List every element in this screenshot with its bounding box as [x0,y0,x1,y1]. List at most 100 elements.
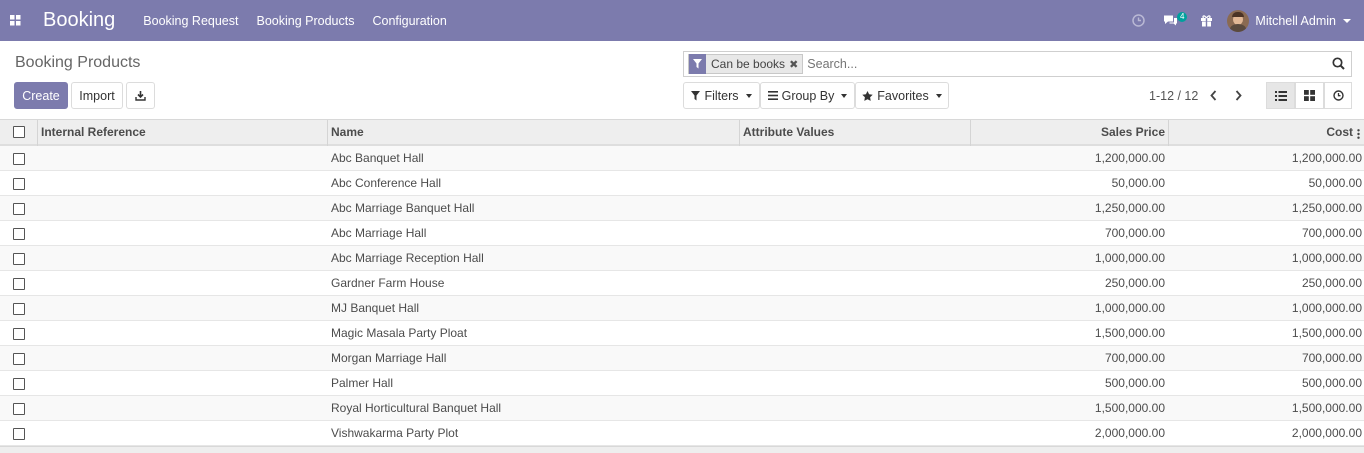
import-button[interactable]: Import [71,82,123,109]
apps-menu-icon[interactable] [0,0,30,41]
column-attribute-values[interactable]: Attribute Values [743,120,834,146]
clock-icon [1332,90,1344,101]
menu-booking-products[interactable]: Booking Products [256,14,354,28]
row-checkbox[interactable] [13,328,25,340]
user-avatar[interactable] [1227,9,1250,32]
table-row[interactable]: Morgan Marriage Hall 700,000.00 700,000.00 [0,346,1364,371]
cell-name: MJ Banquet Hall [331,301,420,315]
cell-name: Magic Masala Party Ploat [331,326,468,340]
list-bars-icon [767,91,778,100]
filters-label: Filters [704,88,739,103]
row-checkbox[interactable] [13,303,25,315]
row-checkbox[interactable] [13,428,25,440]
select-all-checkbox[interactable] [13,126,25,138]
table-body: Abc Banquet Hall 1,200,000.00 1,200,000.00… [0,146,1364,446]
pager-value[interactable]: 1-12 / 12 [1149,89,1198,103]
cell-sales-price: 1,500,000.00 [1094,401,1165,415]
messages-icon[interactable]: 4 [1157,0,1188,41]
table-row[interactable]: Vishwakarma Party Plot 2,000,000.00 2,000,… [0,421,1364,446]
facet-remove-icon[interactable]: ✖ [789,58,802,71]
cell-name: Vishwakarma Party Plot [331,426,459,440]
table-row[interactable]: MJ Banquet Hall 1,000,000.00 1,000,000.00 [0,296,1364,321]
row-checkbox[interactable] [13,353,25,365]
kanban-view-button[interactable] [1295,82,1324,109]
pager-next-icon[interactable] [1230,86,1246,104]
cell-sales-price: 2,000,000.00 [1094,426,1165,440]
cell-name: Abc Marriage Reception Hall [331,251,484,265]
column-internal-reference[interactable]: Internal Reference [41,120,146,146]
favorites-label: Favorites [877,88,929,103]
create-button[interactable]: Create [14,82,68,109]
user-menu-caret-icon[interactable] [1343,18,1351,23]
optional-columns-icon[interactable] [1357,128,1360,142]
group-by-button[interactable]: Group By [760,82,855,109]
pager-previous-icon[interactable] [1205,86,1221,104]
star-icon [862,90,873,101]
cell-name: Abc Banquet Hall [331,151,424,165]
menu-configuration[interactable]: Configuration [372,14,446,28]
cell-sales-price: 1,000,000.00 [1094,251,1165,265]
table-row[interactable]: Royal Horticultural Banquet Hall 1,500,00… [0,396,1364,421]
search-input[interactable] [807,57,1328,71]
row-checkbox[interactable] [13,178,25,190]
favorites-button[interactable]: Favorites [855,82,949,109]
cell-cost: 250,000.00 [1301,276,1362,290]
cell-cost: 1,200,000.00 [1291,151,1362,165]
table-row[interactable]: Abc Conference Hall 50,000.00 50,000.00 [0,171,1364,196]
download-icon [135,91,146,101]
cell-cost: 1,500,000.00 [1291,401,1362,415]
cell-name: Abc Conference Hall [331,176,442,190]
top-navbar: Booking Booking Request Booking Products… [0,0,1364,41]
cell-name: Gardner Farm House [331,276,445,290]
table-row[interactable]: Abc Marriage Hall 700,000.00 700,000.00 [0,221,1364,246]
row-checkbox[interactable] [13,403,25,415]
table-row[interactable]: Magic Masala Party Ploat 1,500,000.00 1,50… [0,321,1364,346]
gift-icon[interactable] [1193,0,1219,41]
table-row[interactable]: Abc Marriage Banquet Hall 1,250,000.00 1,2… [0,196,1364,221]
cell-cost: 1,000,000.00 [1291,301,1362,315]
row-checkbox[interactable] [13,203,25,215]
row-checkbox[interactable] [13,153,25,165]
menu-booking-request[interactable]: Booking Request [143,14,238,28]
table-footer [0,446,1364,453]
cell-name: Morgan Marriage Hall [331,351,447,365]
group-by-label: Group By [781,88,835,103]
cell-cost: 700,000.00 [1301,226,1362,240]
activity-view-button[interactable] [1324,82,1352,109]
cell-sales-price: 700,000.00 [1104,351,1165,365]
cell-name: Abc Marriage Banquet Hall [331,201,475,215]
activity-clock-icon[interactable] [1125,0,1151,41]
kanban-view-icon [1304,90,1315,101]
cell-cost: 1,250,000.00 [1291,201,1362,215]
row-checkbox[interactable] [13,378,25,390]
cell-sales-price: 250,000.00 [1104,276,1165,290]
filters-button[interactable]: Filters [683,82,760,109]
list-view-button[interactable] [1266,82,1295,109]
table-row[interactable]: Palmer Hall 500,000.00 500,000.00 [0,371,1364,396]
table-row[interactable]: Abc Marriage Reception Hall 1,000,000.00 1… [0,246,1364,271]
search-icon[interactable] [1332,57,1345,73]
cell-cost: 2,000,000.00 [1291,426,1362,440]
row-checkbox[interactable] [13,228,25,240]
table-row[interactable]: Gardner Farm House 250,000.00 250,000.00 [0,271,1364,296]
cell-cost: 500,000.00 [1301,376,1362,390]
cell-sales-price: 700,000.00 [1104,226,1165,240]
table-row[interactable]: Abc Banquet Hall 1,200,000.00 1,200,000.00 [0,146,1364,171]
app-brand[interactable]: Booking [43,9,115,32]
cell-name: Palmer Hall [331,376,394,390]
cell-cost: 1,000,000.00 [1291,251,1362,265]
download-button[interactable] [126,82,155,109]
cell-sales-price: 1,000,000.00 [1094,301,1165,315]
row-checkbox[interactable] [13,253,25,265]
page-title: Booking Products [15,54,141,71]
row-checkbox[interactable] [13,278,25,290]
products-table: Internal Reference Name Attribute Values… [0,119,1364,446]
cell-name: Royal Horticultural Banquet Hall [331,401,502,415]
column-name[interactable]: Name [331,120,364,146]
filter-icon [689,54,706,74]
facet-label: Can be books [711,57,786,71]
chevron-down-icon [841,93,848,98]
column-cost[interactable]: Cost [1168,120,1353,146]
user-name[interactable]: Mitchell Admin [1255,14,1336,28]
column-sales-price[interactable]: Sales Price [970,120,1165,146]
